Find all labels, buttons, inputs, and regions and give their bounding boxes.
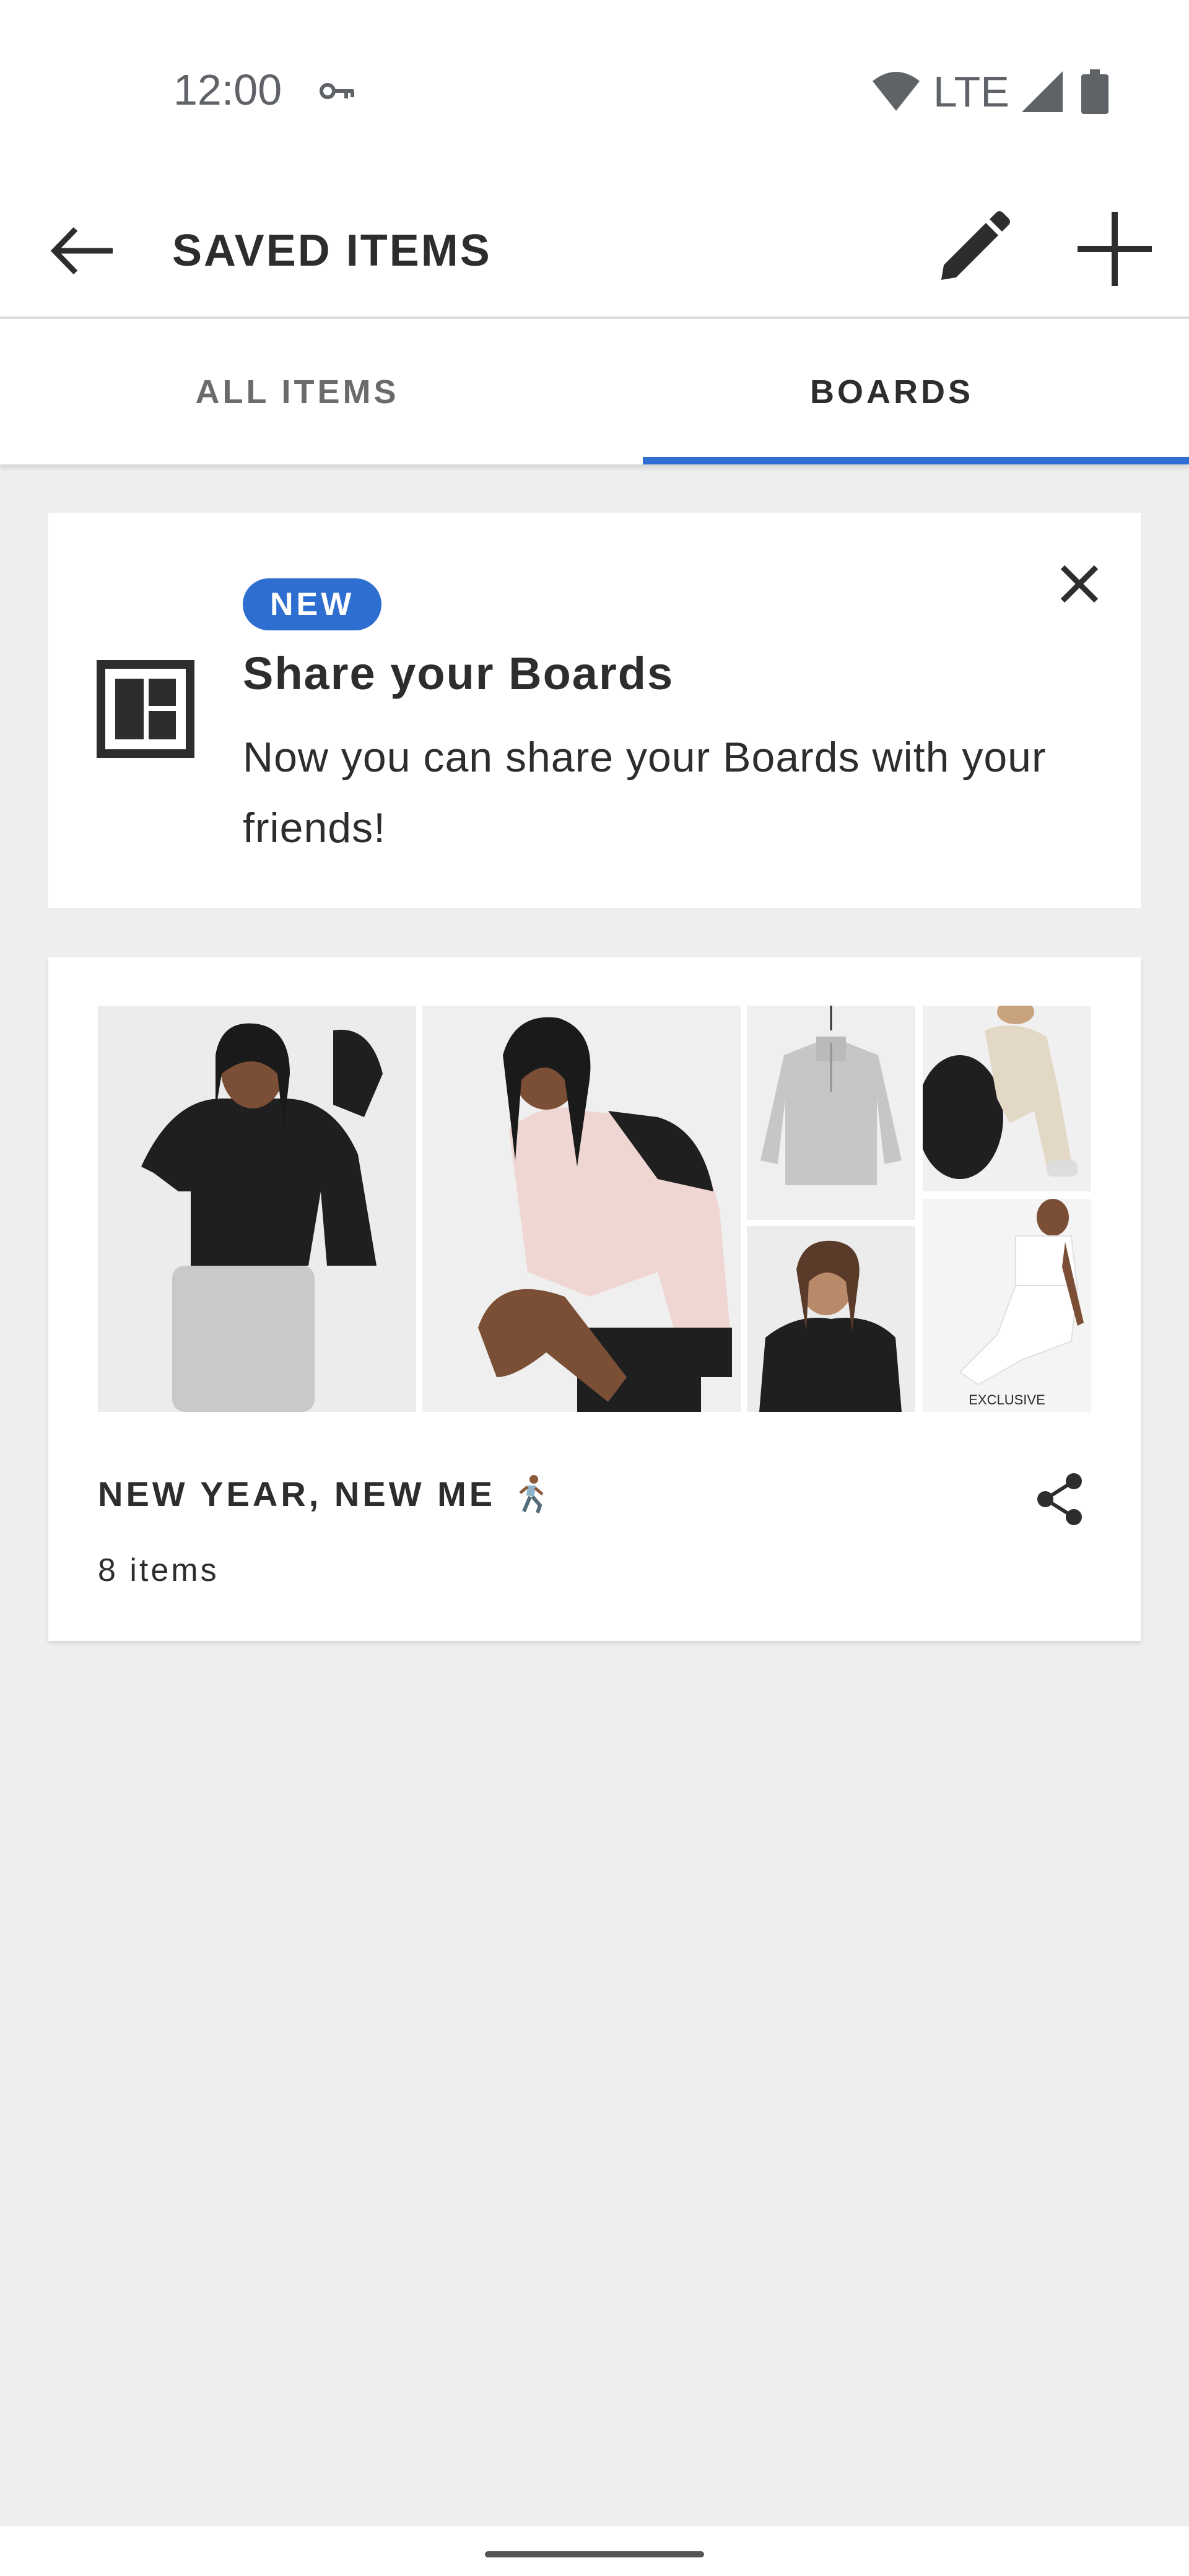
wifi-icon [871, 70, 921, 113]
active-tab-indicator [643, 457, 1189, 464]
status-indicators: LTE [871, 68, 1108, 115]
share-board-button[interactable] [1027, 1465, 1095, 1533]
photo-caption: EXCLUSIVE [969, 1392, 1045, 1408]
status-bar: 12:00 LTE [0, 0, 1189, 180]
board-photo-white-set: EXCLUSIVE [923, 1199, 1091, 1412]
boards-icon [97, 660, 194, 758]
network-type: LTE [933, 67, 1009, 116]
close-icon [1060, 565, 1099, 603]
board-name-text: NEW YEAR, NEW ME [98, 1474, 496, 1513]
board-photo-grey-fleece [747, 1006, 915, 1220]
add-board-button[interactable] [1071, 206, 1158, 292]
tab-boards[interactable]: BOARDS [594, 319, 1189, 464]
board-name: NEW YEAR, NEW ME [98, 1473, 547, 1516]
home-gesture-handle[interactable] [485, 2551, 704, 2557]
runner-emoji-icon [513, 1474, 547, 1514]
share-icon [1037, 1473, 1082, 1525]
new-badge: NEW [243, 578, 382, 630]
battery-icon [1081, 69, 1108, 114]
board-card[interactable]: EXCLUSIVE NEW YEAR, NEW ME 8 items [48, 957, 1141, 1641]
tab-label: ALL ITEMS [195, 373, 399, 411]
key-icon [319, 76, 356, 107]
back-button[interactable] [43, 211, 124, 291]
plus-icon [1078, 212, 1152, 286]
board-item-count: 8 items [98, 1552, 219, 1588]
edit-button[interactable] [929, 206, 1016, 292]
signal-icon [1022, 71, 1063, 112]
promo-description: Now you can share your Boards with your … [243, 734, 1047, 851]
back-arrow-icon [50, 227, 113, 275]
board-photo-pink-jacket [422, 1006, 741, 1412]
board-photo-black-top [747, 1226, 915, 1412]
status-time: 12:00 [173, 66, 282, 114]
board-photo-beige-set [923, 1006, 1091, 1191]
app-bar: SAVED ITEMS [0, 180, 1189, 319]
system-nav-bar [0, 2526, 1189, 2576]
promo-title: Share your Boards [243, 648, 674, 699]
page-title: SAVED ITEMS [172, 226, 492, 276]
tab-bar: ALL ITEMS BOARDS [0, 319, 1189, 464]
board-photo-black-jacket [98, 1006, 416, 1412]
tab-label: BOARDS [809, 373, 973, 411]
tab-all-items[interactable]: ALL ITEMS [0, 319, 594, 464]
pencil-icon [941, 211, 1010, 280]
close-promo-button[interactable] [1045, 550, 1113, 618]
share-boards-promo-card: NEW Share your Boards Now you can share … [48, 513, 1141, 908]
